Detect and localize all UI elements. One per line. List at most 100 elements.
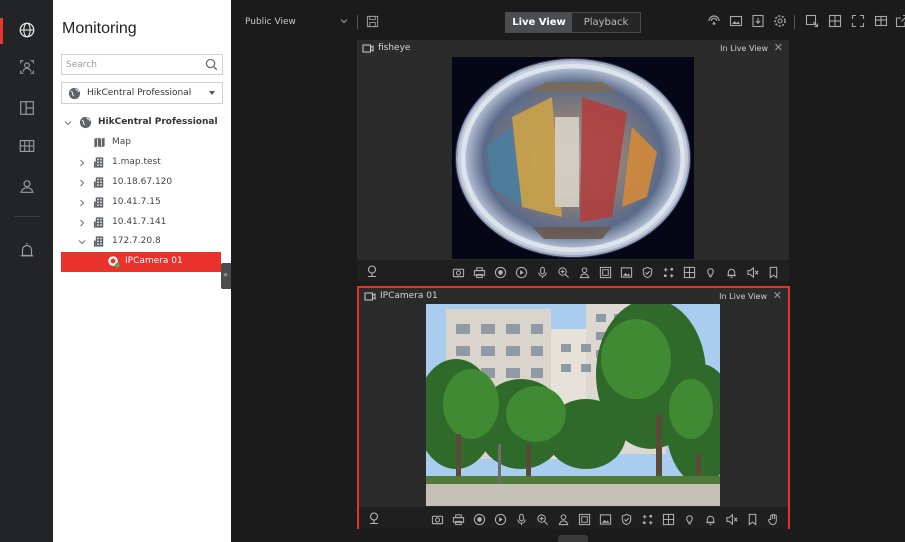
user-icon[interactable] [0, 168, 53, 204]
grid-layout-icon[interactable] [828, 14, 842, 28]
chevron-right-icon[interactable] [77, 198, 87, 208]
chevron-down-icon[interactable] [63, 118, 73, 128]
person-icon[interactable] [0, 49, 53, 85]
print-icon[interactable] [452, 511, 465, 526]
custom-layout-icon[interactable] [874, 14, 888, 28]
fullscreen-icon[interactable] [851, 14, 865, 28]
chevron-down-icon[interactable] [77, 237, 87, 247]
light-icon[interactable] [704, 264, 717, 278]
site-selector[interactable]: HikCentral Professional [61, 82, 223, 104]
site-selector-label: HikCentral Professional [87, 88, 192, 98]
divider [794, 15, 795, 29]
person-icon[interactable] [557, 511, 570, 526]
divider [357, 15, 358, 29]
person-icon[interactable] [578, 264, 591, 279]
antenna-icon[interactable] [707, 14, 721, 28]
hand-icon[interactable] [767, 511, 780, 526]
camera-online-icon [108, 256, 120, 268]
tree-node-area[interactable]: 10.18.67.120 [61, 173, 223, 193]
image-icon[interactable] [729, 14, 743, 28]
settings-icon[interactable] [773, 14, 787, 28]
tab-playback[interactable]: Playback [572, 13, 640, 32]
page-title: Monitoring [62, 20, 137, 37]
picture-icon[interactable] [599, 511, 612, 525]
window-header: fisheye In Live View ✕ [357, 40, 789, 58]
video-window-ipcamera[interactable]: IPCamera 01 In Live View ✕ [357, 286, 790, 529]
search-box[interactable] [61, 54, 223, 75]
tree-node-label: 10.18.67.120 [112, 177, 173, 187]
tree-node-map[interactable]: Map [61, 133, 223, 153]
bookmark-icon[interactable] [767, 264, 780, 279]
shield-icon[interactable] [620, 511, 633, 526]
light-icon[interactable] [683, 511, 696, 525]
chevron-right-icon[interactable] [77, 178, 87, 188]
location-icon[interactable] [365, 264, 379, 278]
ptz-icon[interactable] [641, 511, 654, 525]
tree-node-label: 1.map.test [112, 157, 161, 167]
export-icon[interactable] [751, 14, 765, 28]
alarm-icon[interactable] [704, 511, 717, 526]
close-icon[interactable]: ✕ [773, 290, 782, 301]
layout-icon[interactable] [683, 264, 696, 279]
window-toolbar [359, 507, 788, 529]
microphone-icon[interactable] [515, 511, 528, 526]
snapshot-icon[interactable] [805, 14, 819, 28]
alarm-icon[interactable] [0, 232, 53, 268]
bottom-panel-handle[interactable] [558, 535, 588, 542]
street-scene-image [426, 304, 720, 506]
layout-icon[interactable] [662, 511, 675, 526]
zoom-icon[interactable] [557, 264, 570, 278]
grid-icon[interactable] [0, 128, 53, 164]
zoom-icon[interactable] [536, 511, 549, 525]
save-icon[interactable] [366, 15, 379, 28]
snapshot-icon[interactable] [452, 264, 465, 278]
alarm-icon[interactable] [725, 264, 738, 279]
close-icon[interactable]: ✕ [774, 42, 783, 53]
building-icon [93, 177, 104, 188]
tree-node-area[interactable]: 1.map.test [61, 153, 223, 173]
search-icon[interactable] [204, 57, 219, 72]
window-camera-name: IPCamera 01 [380, 291, 438, 301]
record-icon[interactable] [473, 511, 486, 526]
chevron-left-icon: « [223, 270, 228, 279]
tree-node-area[interactable]: 10.41.7.15 [61, 193, 223, 213]
record-icon[interactable] [494, 264, 507, 279]
panel-collapse-handle[interactable]: « [221, 263, 231, 289]
map-icon [94, 137, 105, 148]
popout-icon[interactable] [895, 14, 905, 28]
microphone-icon[interactable] [536, 264, 549, 279]
frame-icon[interactable] [578, 511, 591, 526]
audio-off-icon[interactable] [746, 264, 759, 279]
window-tools [431, 511, 780, 526]
print-icon[interactable] [473, 264, 486, 279]
tree-node-camera[interactable]: IPCamera 01 [61, 252, 221, 272]
tree-node-area[interactable]: 10.41.7.141 [61, 213, 223, 233]
instant-playback-icon[interactable] [494, 511, 507, 526]
chevron-right-icon[interactable] [77, 218, 87, 228]
camera-video [426, 304, 720, 506]
snapshot-icon[interactable] [431, 511, 444, 525]
resource-panel: Monitoring HikCentral Professional HikCe… [53, 0, 231, 542]
frame-icon[interactable] [599, 264, 612, 279]
audio-off-icon[interactable] [725, 511, 738, 526]
window-status: In Live View [719, 292, 767, 301]
globe-icon[interactable] [0, 12, 53, 48]
location-icon[interactable] [367, 511, 381, 525]
ptz-icon[interactable] [662, 264, 675, 278]
tree-node-label: HikCentral Professional [98, 117, 218, 127]
search-input[interactable] [66, 57, 201, 72]
shield-icon[interactable] [641, 264, 654, 279]
instant-playback-icon[interactable] [515, 264, 528, 279]
bookmark-icon[interactable] [746, 511, 759, 526]
tree-node-root[interactable]: HikCentral Professional [61, 113, 223, 133]
tree-node-area[interactable]: 172.7.20.8 [61, 232, 223, 252]
chevron-down-icon[interactable] [339, 16, 349, 26]
picture-icon[interactable] [620, 264, 633, 278]
tab-live-view[interactable]: Live View [506, 13, 572, 32]
layout-icon[interactable] [0, 90, 53, 126]
view-mode-tabs: Live View Playback [505, 12, 641, 33]
chevron-right-icon[interactable] [77, 158, 87, 168]
nav-rail [0, 0, 53, 542]
video-window-fisheye[interactable]: fisheye In Live View ✕ [357, 40, 789, 282]
site-globe-icon [68, 87, 81, 100]
